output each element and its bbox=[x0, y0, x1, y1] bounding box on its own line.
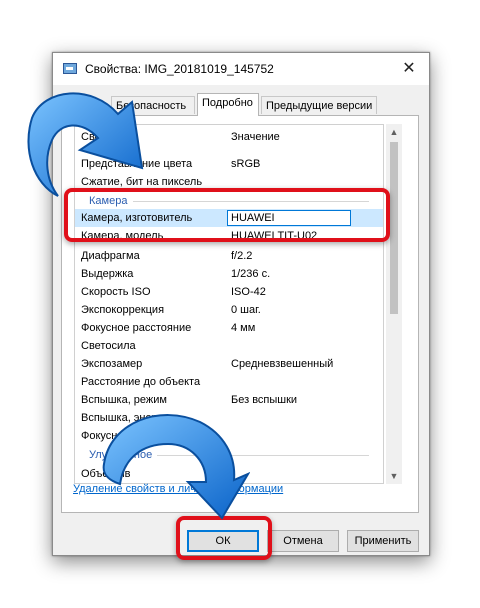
scroll-down-icon[interactable]: ▼ bbox=[386, 468, 402, 484]
property-name: Расстояние до объекта bbox=[81, 376, 201, 388]
property-name: Экспокоррекция bbox=[81, 304, 165, 316]
apply-button[interactable]: Применить bbox=[347, 530, 419, 552]
property-value: 1/236 с. bbox=[231, 268, 271, 280]
annotation-arrow-icon-bottom bbox=[102, 414, 250, 520]
scroll-up-icon[interactable]: ▲ bbox=[386, 124, 402, 140]
property-value: 0 шаг. bbox=[231, 304, 261, 316]
property-value: ISO-42 bbox=[231, 286, 266, 298]
title-bar: Свойства: IMG_20181019_145752 ✕ bbox=[53, 53, 429, 85]
property-name: Фокусное расстояние bbox=[81, 322, 192, 334]
property-value: 4 мм bbox=[231, 322, 256, 334]
list-item[interactable]: Экспокоррекция 0 шаг. bbox=[75, 301, 383, 319]
list-item[interactable]: Скорость ISO ISO-42 bbox=[75, 283, 383, 301]
list-item[interactable]: Расстояние до объекта bbox=[75, 373, 383, 391]
property-value: Средневзвешенный bbox=[231, 358, 334, 370]
tab-previous-versions[interactable]: Предыдущие версии bbox=[261, 96, 377, 114]
list-item[interactable]: Выдержка 1/236 с. bbox=[75, 265, 383, 283]
property-name: Экспозамер bbox=[81, 358, 143, 370]
column-header-value[interactable]: Значение bbox=[231, 131, 280, 143]
window-title: Свойства: IMG_20181019_145752 bbox=[85, 62, 274, 76]
close-icon[interactable]: ✕ bbox=[395, 57, 423, 81]
list-item[interactable]: Экспозамер Средневзвешенный bbox=[75, 355, 383, 373]
vertical-scrollbar[interactable]: ▲ ▼ bbox=[386, 124, 402, 484]
property-name: Светосила bbox=[81, 340, 136, 352]
property-value: f/2.2 bbox=[231, 250, 253, 262]
list-item[interactable]: Диафрагма f/2.2 bbox=[75, 247, 383, 265]
property-name: Скорость ISO bbox=[81, 286, 151, 298]
list-item[interactable]: Светосила bbox=[75, 337, 383, 355]
list-item[interactable]: Фокусное расстояние 4 мм bbox=[75, 319, 383, 337]
tab-details[interactable]: Подробно bbox=[197, 93, 259, 116]
annotation-arrow-icon-top bbox=[27, 92, 144, 197]
property-value: sRGB bbox=[231, 158, 261, 170]
window-app-icon bbox=[63, 63, 77, 74]
property-name: Выдержка bbox=[81, 268, 134, 280]
property-name: Диафрагма bbox=[81, 250, 140, 262]
cancel-button[interactable]: Отмена bbox=[267, 530, 339, 552]
scrollbar-thumb[interactable] bbox=[390, 142, 398, 314]
